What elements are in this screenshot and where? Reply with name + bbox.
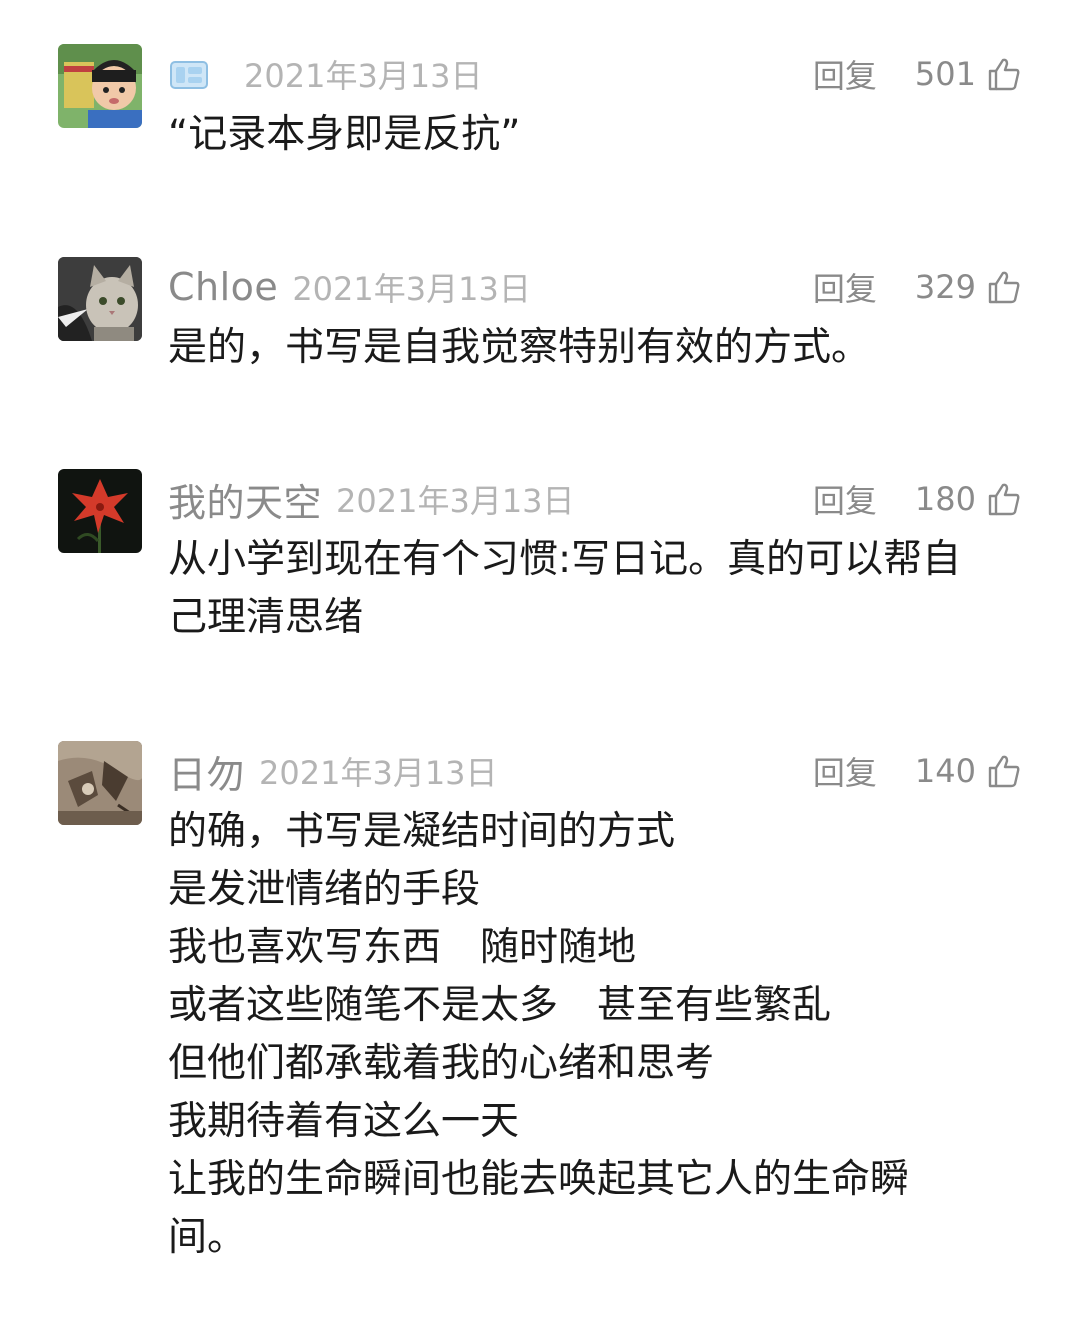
thumbs-up-icon[interactable]	[986, 56, 1022, 92]
like-count: 140	[914, 752, 976, 790]
comment-text: “记录本身即是反抗”	[168, 106, 1028, 164]
like-count: 329	[914, 268, 976, 306]
nickname[interactable]: 我的天空	[168, 472, 322, 527]
comment-line: 我也喜欢写东西 随时随地	[168, 925, 637, 970]
avatar-child-image	[58, 44, 142, 128]
comment-header: 日勿 2021年3月13日	[168, 747, 498, 797]
comment-actions: 回复 329	[813, 263, 1022, 311]
avatar-flower-image	[58, 469, 142, 553]
comment-line: 或者这些随笔不是太多 甚至有些繁乱	[168, 983, 832, 1028]
comment-line: 的确，书写是凝结时间的方式	[168, 809, 676, 854]
avatar[interactable]	[58, 44, 142, 128]
comment-date: 2021年3月13日	[244, 57, 483, 95]
nickname[interactable]: 日勿	[168, 744, 245, 799]
reply-button[interactable]: 回复	[813, 476, 877, 522]
comment-text: 从小学到现在有个习惯:写日记。真的可以帮自 己理清思绪	[168, 531, 1028, 647]
comment-line: 己理清思绪	[168, 595, 364, 640]
thumbs-up-icon[interactable]	[986, 269, 1022, 305]
reply-button[interactable]: 回复	[813, 264, 877, 310]
avatar[interactable]	[58, 469, 142, 553]
comment-line: 从小学到现在有个习惯:写日记。真的可以帮自	[168, 537, 962, 582]
avatar-cat-image	[58, 257, 142, 341]
thumbs-up-icon[interactable]	[986, 753, 1022, 789]
comment-line: “记录本身即是反抗”	[168, 112, 521, 157]
like-count: 501	[914, 55, 976, 93]
reply-button[interactable]: 回复	[813, 748, 877, 794]
comment-line: 但他们都承载着我的心绪和思考	[168, 1041, 715, 1086]
avatar-sketch-image	[58, 741, 142, 825]
comment-header: Chloe 2021年3月13日	[168, 263, 531, 311]
comment-line: 间。	[168, 1215, 247, 1260]
nickname[interactable]: Chloe	[168, 265, 278, 309]
comment-header: 2021年3月13日	[168, 50, 483, 98]
comment-text: 是的，书写是自我觉察特别有效的方式。	[168, 319, 1028, 377]
comment-date: 2021年3月13日	[292, 270, 531, 308]
comment-actions: 回复 140	[813, 747, 1022, 795]
comment-date: 2021年3月13日	[259, 754, 498, 792]
comment-header: 我的天空 2021年3月13日	[168, 475, 575, 525]
avatar[interactable]	[58, 257, 142, 341]
thumbs-up-icon[interactable]	[986, 481, 1022, 517]
like-count: 180	[914, 480, 976, 518]
comment-actions: 回复 501	[813, 50, 1022, 98]
comment-line: 是的，书写是自我觉察特别有效的方式。	[168, 325, 871, 370]
comment-line: 让我的生命瞬间也能去唤起其它人的生命瞬	[168, 1157, 910, 1202]
reply-button[interactable]: 回复	[813, 51, 877, 97]
comment-actions: 回复 180	[813, 475, 1022, 523]
avatar[interactable]	[58, 741, 142, 825]
comment-text: 的确，书写是凝结时间的方式 是发泄情绪的手段 我也喜欢写东西 随时随地 或者这些…	[168, 803, 1028, 1267]
ice-cube-badge-icon	[170, 61, 208, 89]
comment-line: 是发泄情绪的手段	[168, 867, 481, 912]
comment-line: 我期待着有这么一天	[168, 1099, 520, 1144]
comment-date: 2021年3月13日	[336, 482, 575, 520]
